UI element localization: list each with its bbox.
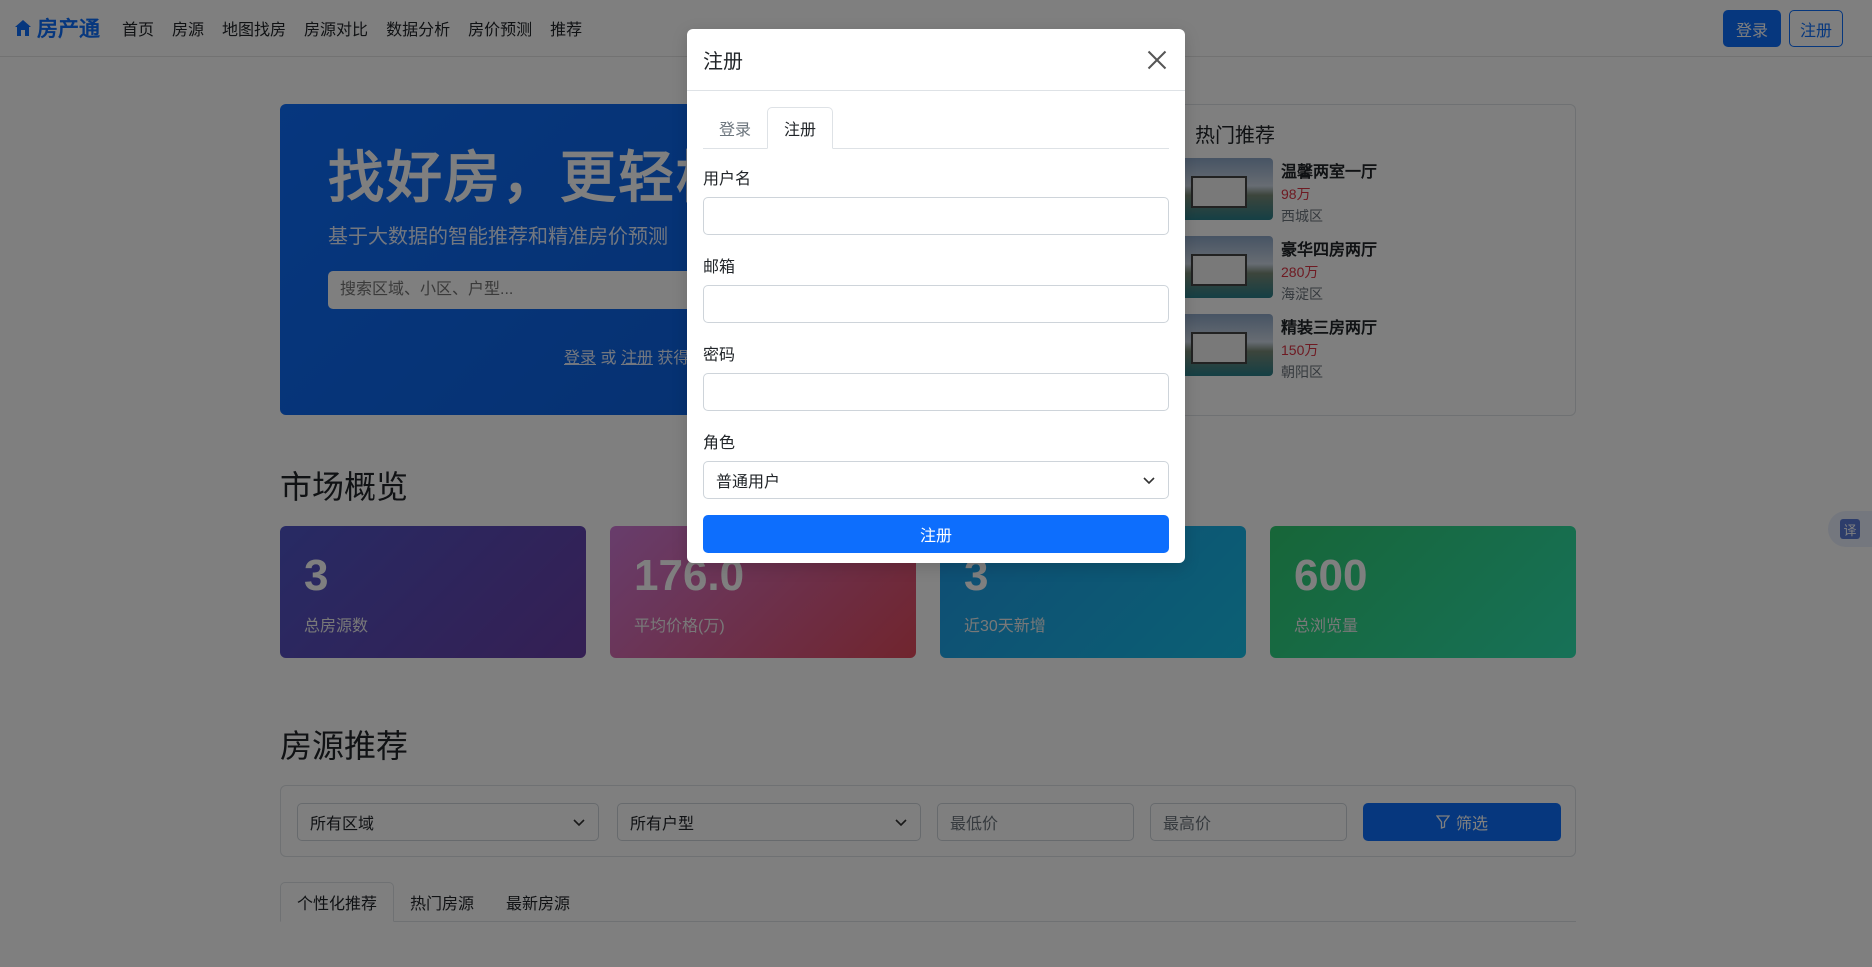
modal-body: 登录 注册 用户名 邮箱 密码 角色 普通用户 注册 (687, 91, 1185, 569)
password-label: 密码 (703, 347, 736, 364)
password-field[interactable] (703, 373, 1169, 411)
modal-tabs: 登录 注册 (703, 107, 1169, 149)
email-label: 邮箱 (703, 259, 736, 276)
close-icon[interactable] (1145, 48, 1169, 72)
register-modal: 注册 登录 注册 用户名 邮箱 密码 角色 普通用户 注册 (687, 29, 1185, 563)
role-select-value: 普通用户 (716, 474, 781, 491)
register-submit-button[interactable]: 注册 (703, 515, 1169, 553)
email-field[interactable] (703, 285, 1169, 323)
username-field[interactable] (703, 197, 1169, 235)
modal-header: 注册 (687, 29, 1185, 91)
chevron-down-icon (1143, 477, 1155, 485)
tab-register[interactable]: 注册 (767, 107, 834, 149)
role-select[interactable]: 普通用户 (703, 461, 1169, 499)
username-label: 用户名 (703, 171, 752, 188)
tab-login[interactable]: 登录 (703, 107, 767, 149)
role-label: 角色 (703, 435, 736, 452)
modal-title: 注册 (703, 51, 743, 73)
